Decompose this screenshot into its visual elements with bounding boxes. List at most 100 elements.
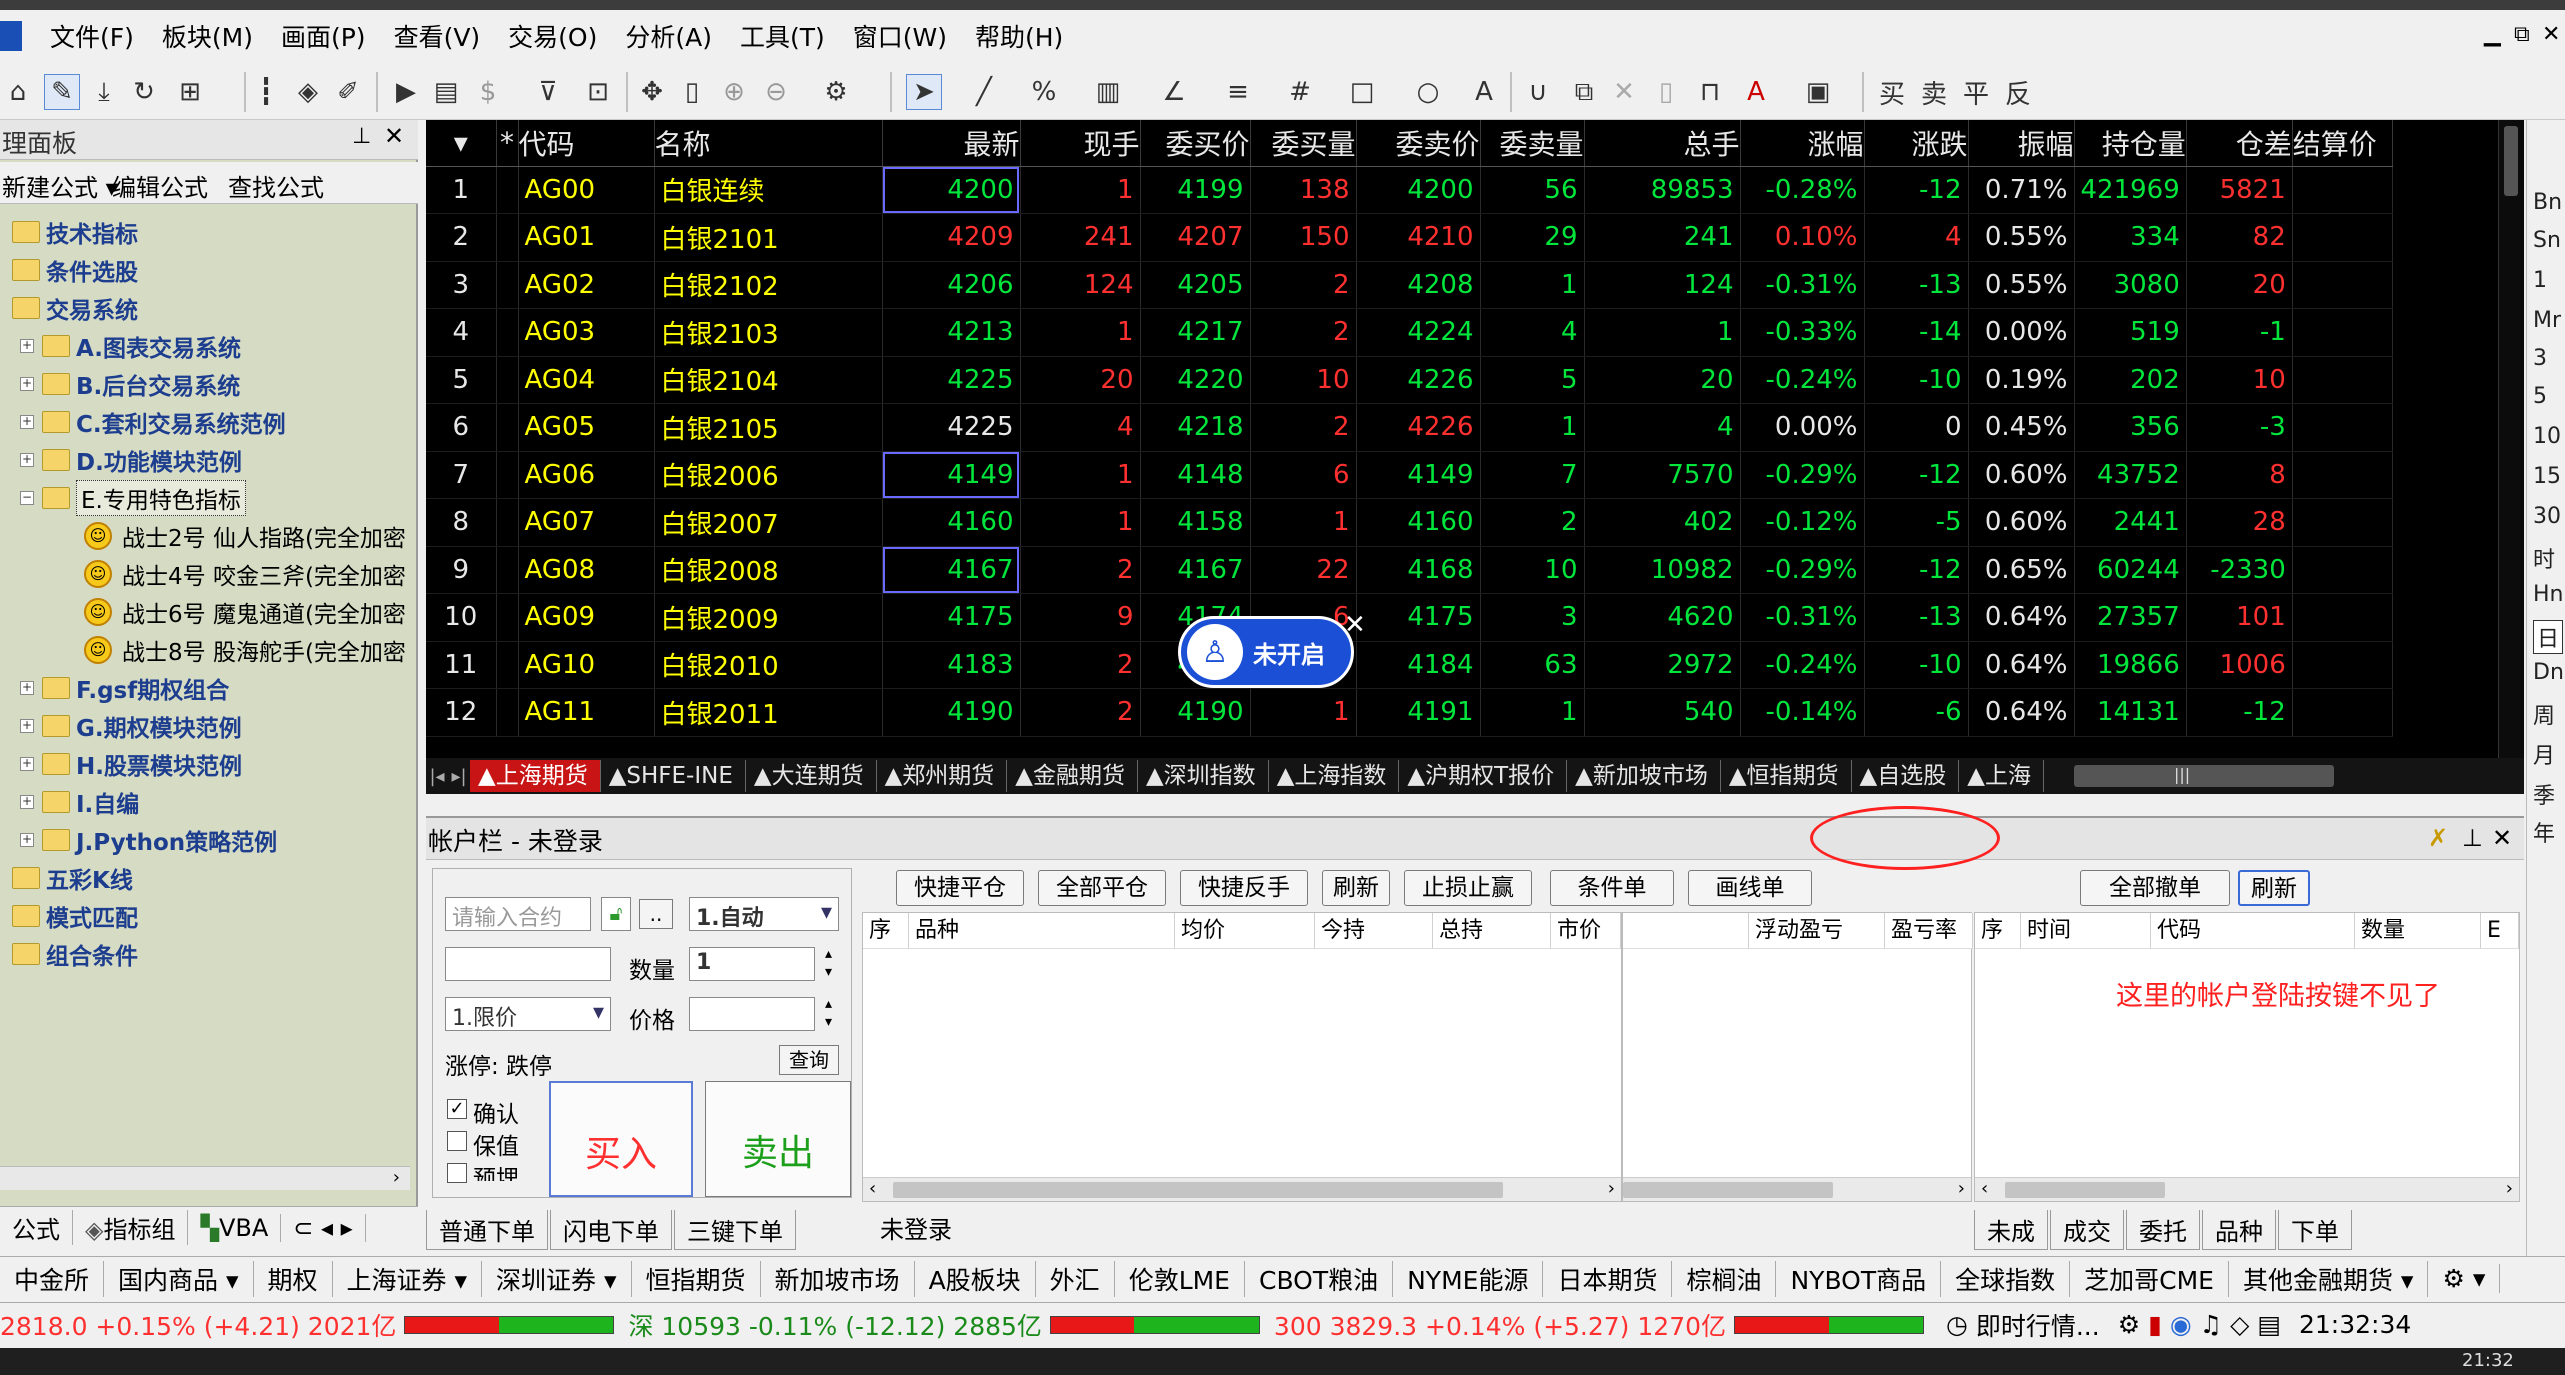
orders-refresh-button[interactable]: 刷新 [2238,870,2310,906]
tree-item[interactable]: 技术指标 [12,214,138,250]
service-badge[interactable]: ♙ 未开启 [1178,616,1354,688]
home-icon[interactable]: ⌂ [0,74,36,110]
quick-close-button[interactable]: 快捷平仓 [896,870,1024,906]
pos-col-pnl-rate[interactable]: 盈亏率 [1885,913,1973,949]
col-last[interactable]: 最新 [882,120,1021,167]
qty-input[interactable]: 1 [689,947,815,981]
sell-icon[interactable]: 卖 [1916,74,1952,110]
text-icon[interactable]: A [1466,74,1502,110]
edit-icon[interactable]: ✐ [330,74,366,110]
close-all-button[interactable]: 全部平仓 [1038,870,1166,906]
restore-icon[interactable]: ⧉ [2514,22,2530,47]
market-tab[interactable]: 国内商品 ▾ [104,1260,254,1297]
pos-col-float-pnl[interactable]: 浮动盈亏 [1749,913,1885,949]
period-button[interactable]: 15 [2533,464,2561,489]
tree-item[interactable]: ☺ 战士4号 咬金三斧(完全加密 [84,556,406,592]
circle-icon[interactable]: ○ [1410,74,1446,110]
diamond-icon[interactable]: ◈ [290,74,326,110]
pencil-icon[interactable]: ✎ [44,74,80,110]
quote-row[interactable]: 3 AG02 白银2102 4206 124 4205 2 4208 1 124 -0.31% -13… [426,261,2393,309]
col-bid-volume[interactable]: 委买量 [1250,120,1357,167]
col-change-pct[interactable]: 涨幅 [1740,120,1865,167]
grid-icon[interactable]: ⊞ [172,74,208,110]
pos-col-symbol[interactable]: 品种 [909,913,1175,949]
col-name[interactable]: 名称 [654,120,883,167]
period-button[interactable]: 月 [2533,738,2555,770]
period-button[interactable]: Hn [2533,582,2564,607]
tree-item[interactable]: ☺ 战士6号 魔鬼通道(完全加密 [84,594,406,630]
period-button[interactable]: 30 [2533,504,2561,529]
tab-cffex[interactable]: ▲金融期货 [1007,760,1138,792]
scroll-right-icon[interactable]: › [1608,1178,1615,1199]
document-icon[interactable]: ▤ [428,74,464,110]
col-open-interest[interactable]: 持仓量 [2074,120,2187,167]
lock-icon[interactable]: ⊓ [1692,74,1728,110]
col-settle[interactable]: 结算价 [2292,120,2393,167]
market-tab[interactable]: NYBOT商品 [1776,1260,1942,1297]
new-formula-link[interactable]: 新建公式 ▾ [2,168,118,203]
market-tab[interactable]: CBOT粮油 [1245,1260,1394,1297]
market-tab[interactable]: 深圳证券 ▾ [482,1260,632,1297]
bell-icon[interactable]: ♫ [2200,1310,2222,1339]
tree-item[interactable]: + J.Python策略范例 [20,822,277,858]
scroll-right-icon[interactable]: › [1958,1178,1965,1199]
buy-button[interactable]: 买入 [549,1081,693,1197]
tab-products[interactable]: 品种 [2202,1210,2276,1250]
line-order-button[interactable]: 画线单 [1688,870,1812,906]
stop-loss-button[interactable]: 止损止赢 [1404,870,1532,906]
scroll-thumb[interactable] [893,1182,1503,1198]
market-tab[interactable]: 日本期货 [1543,1260,1673,1297]
period-button[interactable]: Bn [2533,190,2562,215]
quote-row[interactable]: 9 AG08 白银2008 4167 2 4167 22 4168 10 10982 -0.29% -… [426,546,2393,594]
expand-icon[interactable]: + [20,681,34,695]
ord-col-time[interactable]: 时间 [2021,913,2151,949]
market-tab[interactable]: 新加坡市场 [761,1260,915,1297]
market-tab[interactable]: A股板块 [915,1260,1036,1297]
market-tab[interactable]: NYME能源 [1393,1260,1544,1297]
menu-trade[interactable]: 交易(O) [508,18,597,54]
col-menu[interactable]: ▾ [426,120,497,167]
reverse-icon[interactable]: 反 [2000,74,2036,110]
menu-view[interactable]: 查看(V) [394,18,481,54]
period-button[interactable]: 3 [2533,346,2547,371]
quote-row[interactable]: 7 AG06 白银2006 4149 1 4148 6 4149 7 7570 -0.29% -12 0… [426,451,2393,499]
account-input[interactable] [445,947,611,981]
tab-sh-index[interactable]: ▲上海指数 [1269,760,1400,792]
expand-icon[interactable]: + [20,377,34,391]
candlestick-icon[interactable]: ┇ [248,74,284,110]
sh-index[interactable]: 2818.0 +0.15% (+4.21) 2021亿 [0,1307,396,1343]
period-button[interactable]: 10 [2533,424,2561,449]
confirm-checkbox[interactable]: ✓ [447,1099,467,1119]
positions-hscrollbar-ext[interactable]: › [1623,1177,1971,1201]
col-amplitude[interactable]: 振幅 [1968,120,2075,167]
close-position-icon[interactable]: 平 [1958,74,1994,110]
tree-item[interactable]: + H.股票模块范例 [20,746,242,782]
close-panel-icon[interactable]: ✕ [384,122,404,150]
csi300-index[interactable]: 300 3829.3 +0.14% (+5.27) 1270亿 [1274,1307,1726,1343]
tree-item[interactable]: + A.图表交易系统 [20,328,241,364]
badge-close-icon[interactable]: ✕ [1344,610,1366,640]
quote-row[interactable]: 1 AG00 白银连续 4200 1 4199 138 4200 56 89853 -0.28% -1… [426,166,2393,214]
tree-item[interactable]: 条件选股 [12,252,138,288]
tab-formula[interactable]: 公式 [0,1210,73,1245]
tab-sz-index[interactable]: ▲深圳指数 [1138,760,1269,792]
tab-indicator-group[interactable]: ◈指标组 [73,1210,189,1245]
angle-icon[interactable]: ∠ [1156,74,1192,110]
ord-col-code[interactable]: 代码 [2151,913,2355,949]
expand-icon[interactable]: + [20,415,34,429]
tabs-hscrollbar[interactable]: ||| [2073,765,2334,787]
col-bid[interactable]: 委买价 [1140,120,1251,167]
tab-shanghai[interactable]: ▲上海 [1959,760,2044,792]
menu-help[interactable]: 帮助(H) [975,18,1063,54]
tree-item[interactable]: + G.期权模块范例 [20,708,242,744]
scroll-right-icon[interactable]: › [393,1167,400,1188]
market-tab[interactable]: 恒指期货 [632,1260,761,1297]
tree-item[interactable]: + B.后台交易系统 [20,366,240,402]
expand-icon[interactable]: + [20,719,34,733]
zoom-out-icon[interactable]: ⊖ [758,74,794,110]
find-formula-link[interactable]: 查找公式 [228,168,324,203]
refresh-button[interactable]: 刷新 [1322,870,1390,906]
tree-hscrollbar[interactable]: › [0,1166,410,1190]
tab-more[interactable]: ⊂ ◂ ▸ [281,1213,366,1242]
ord-col-qty[interactable]: 数量 [2355,913,2481,949]
